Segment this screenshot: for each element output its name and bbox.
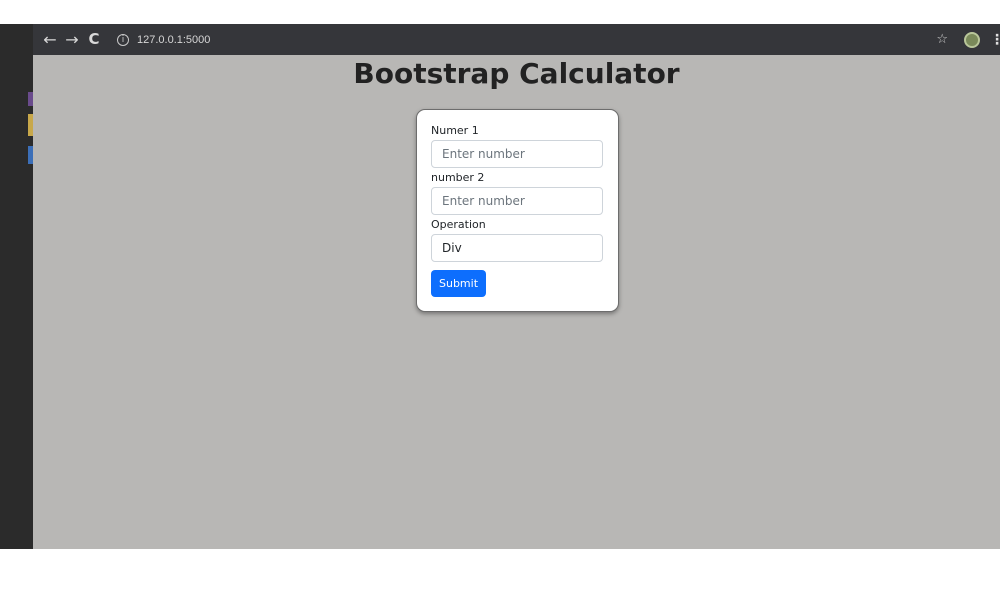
- browser-toolbar: ← → C i 127.0.0.1:5000 ☆ ⋮: [33, 24, 1000, 55]
- number1-label: Numer 1: [431, 124, 479, 137]
- bookmark-star-icon[interactable]: ☆: [936, 32, 948, 47]
- screen: ← → C i 127.0.0.1:5000 ☆ ⋮ Bootstrap Cal…: [0, 0, 1000, 600]
- number2-label: number 2: [431, 171, 485, 184]
- calculator-form-card: Numer 1 number 2 Operation Div Submit: [416, 109, 619, 312]
- forward-arrow-icon[interactable]: →: [61, 24, 83, 55]
- operation-selected-value: Div: [442, 241, 462, 255]
- address-bar[interactable]: i 127.0.0.1:5000: [117, 28, 210, 52]
- submit-button[interactable]: Submit: [431, 270, 487, 297]
- info-icon[interactable]: i: [117, 33, 129, 46]
- operation-label: Operation: [431, 218, 486, 231]
- number1-input[interactable]: [431, 140, 603, 168]
- back-arrow-icon[interactable]: ←: [39, 24, 61, 55]
- page-title: Bootstrap Calculator: [353, 57, 680, 90]
- toolbar-right: ☆ ⋮: [936, 24, 1000, 55]
- extension-icon[interactable]: [964, 31, 980, 48]
- reload-icon[interactable]: C: [83, 24, 105, 55]
- page-viewport: Bootstrap Calculator Numer 1 number 2 Op…: [33, 55, 1000, 549]
- number2-input[interactable]: [431, 187, 603, 215]
- kebab-menu-icon[interactable]: ⋮: [990, 32, 1000, 48]
- desktop-dock: [0, 24, 33, 549]
- url-text[interactable]: 127.0.0.1:5000: [137, 34, 210, 46]
- operation-select[interactable]: Div: [431, 234, 603, 262]
